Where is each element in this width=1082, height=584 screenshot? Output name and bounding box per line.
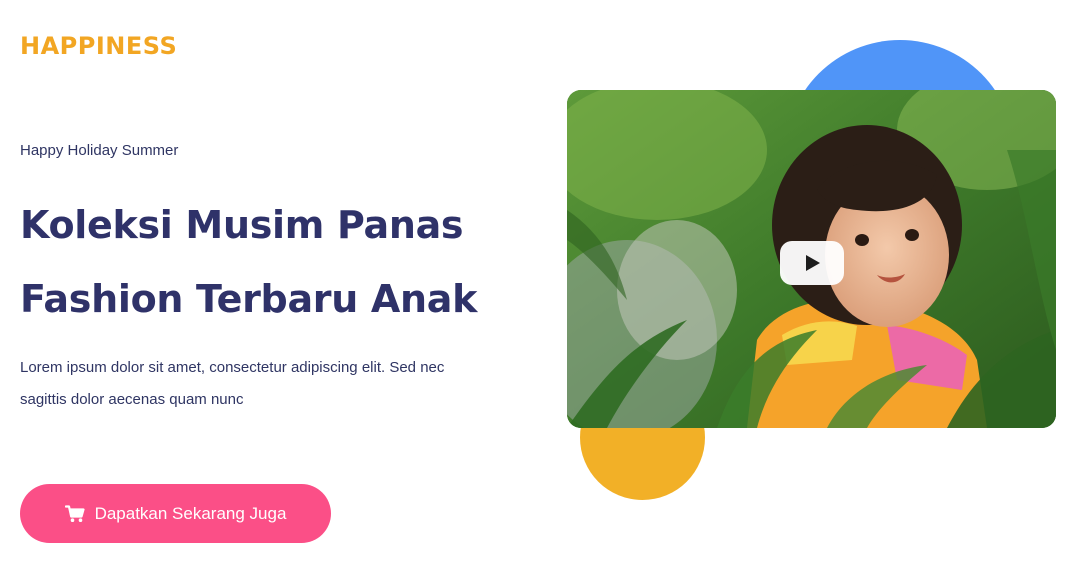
hero-description: Lorem ipsum dolor sit amet, consectetur … [20, 359, 445, 408]
headline-line-1: Koleksi Musim Panas [20, 203, 464, 247]
headline-line-2: Fashion Terbaru Anak [20, 277, 478, 321]
video-play-button[interactable] [780, 241, 844, 285]
hero-eyebrow: Happy Holiday Summer [20, 142, 179, 159]
brand-logo[interactable]: HAPPINESS [20, 32, 177, 60]
hero-headline: Koleksi Musim Panas Fashion Terbaru Anak [20, 188, 540, 336]
get-now-button[interactable]: Dapatkan Sekarang Juga [20, 484, 331, 543]
get-now-button-label: Dapatkan Sekarang Juga [94, 503, 287, 523]
play-icon [806, 255, 820, 271]
video-thumbnail[interactable] [567, 90, 1056, 428]
cart-icon [64, 504, 85, 523]
landing-page: HAPPINESS Happy Holiday Summer Koleksi M… [0, 0, 1082, 584]
